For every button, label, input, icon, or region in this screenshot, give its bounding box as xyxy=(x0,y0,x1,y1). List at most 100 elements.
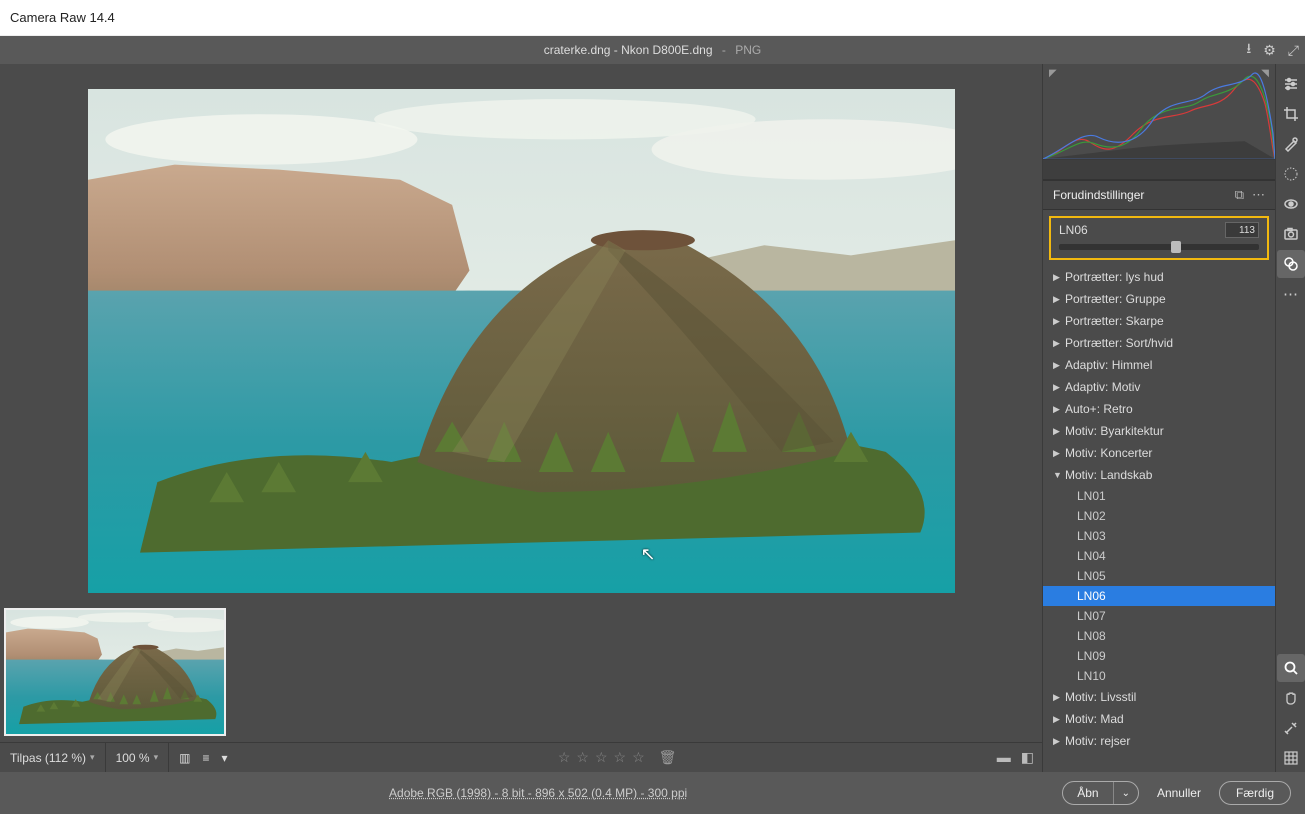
open-dropdown-icon[interactable]: ⌄ xyxy=(1114,784,1138,803)
preset-group-label: Portrætter: Skarpe xyxy=(1065,314,1164,328)
window-title-bar: Camera Raw 14.4 xyxy=(0,0,1305,36)
zoom-fit-dropdown[interactable]: Tilpas (112 %) xyxy=(0,743,106,772)
snapshots-icon[interactable] xyxy=(1277,220,1305,248)
chevron-right-icon xyxy=(1053,404,1065,415)
grid-icon[interactable] xyxy=(1277,744,1305,772)
tool-rail: ⋯ xyxy=(1275,64,1305,772)
preset-item[interactable]: LN01 xyxy=(1043,486,1275,506)
preset-group-label: Adaptiv: Himmel xyxy=(1065,358,1152,372)
cancel-button[interactable]: Annuller xyxy=(1149,782,1209,804)
filmstrip-thumb[interactable] xyxy=(4,608,226,736)
open-button[interactable]: Åbn ⌄ xyxy=(1062,781,1139,805)
chevron-right-icon xyxy=(1053,316,1065,327)
preset-item[interactable]: LN10 xyxy=(1043,666,1275,686)
export-icon[interactable]: ⭳ xyxy=(1246,38,1251,62)
crop-icon[interactable] xyxy=(1277,100,1305,128)
more-tools-icon[interactable]: ⋯ xyxy=(1277,280,1305,308)
preset-group-label: Motiv: Livsstil xyxy=(1065,690,1136,704)
healing-brush-icon[interactable] xyxy=(1277,130,1305,158)
fullscreen-icon[interactable]: ⤢ xyxy=(1288,42,1299,59)
rating-stars[interactable]: ☆ ☆ ☆ ☆ ☆ 🗑 xyxy=(558,749,677,766)
preset-group[interactable]: Portrætter: lys hud xyxy=(1043,266,1275,288)
image-preview-area[interactable]: ↖ xyxy=(0,64,1042,602)
preset-item[interactable]: LN03 xyxy=(1043,526,1275,546)
chevron-right-icon xyxy=(1053,382,1065,393)
preset-group[interactable]: Portrætter: Skarpe xyxy=(1043,310,1275,332)
preset-group[interactable]: Motiv: Livsstil xyxy=(1043,686,1275,708)
preset-group[interactable]: Portrætter: Sort/hvid xyxy=(1043,332,1275,354)
preset-group-label: Portrætter: lys hud xyxy=(1065,270,1164,284)
single-view-icon[interactable]: ▬ xyxy=(997,749,1011,766)
grid-view-icon[interactable]: ▥ xyxy=(179,751,190,765)
preset-item[interactable]: LN08 xyxy=(1043,626,1275,646)
histogram[interactable]: ◤ ◥ xyxy=(1043,64,1275,160)
redeye-icon[interactable] xyxy=(1277,190,1305,218)
star-icon[interactable]: ☆ xyxy=(595,749,608,766)
highlight-clip-icon[interactable]: ◥ xyxy=(1261,68,1269,79)
preset-group-label: Portrætter: Gruppe xyxy=(1065,292,1166,306)
masking-icon[interactable] xyxy=(1277,160,1305,188)
preset-group-label: Motiv: Landskab xyxy=(1065,468,1152,482)
create-preset-icon[interactable]: ⧉ xyxy=(1235,187,1244,203)
star-icon[interactable]: ☆ xyxy=(614,749,627,766)
preset-group-label: Portrætter: Sort/hvid xyxy=(1065,336,1173,350)
footer-bar: Adobe RGB (1998) - 8 bit - 896 x 502 (0.… xyxy=(0,772,1305,814)
preset-group[interactable]: Motiv: Landskab xyxy=(1043,464,1275,486)
preset-amount-box: LN06 xyxy=(1049,216,1269,260)
preset-group-label: Adaptiv: Motiv xyxy=(1065,380,1140,394)
preset-item[interactable]: LN05 xyxy=(1043,566,1275,586)
preset-item[interactable]: LN02 xyxy=(1043,506,1275,526)
zoom-100-dropdown[interactable]: 100 % xyxy=(106,743,170,772)
workflow-options-link[interactable]: Adobe RGB (1998) - 8 bit - 896 x 502 (0.… xyxy=(14,786,1062,800)
preset-group[interactable]: Adaptiv: Himmel xyxy=(1043,354,1275,376)
trash-icon[interactable]: 🗑 xyxy=(659,749,677,766)
star-icon[interactable]: ☆ xyxy=(558,749,571,766)
sampler-icon[interactable] xyxy=(1277,714,1305,742)
document-filename: craterke.dng - Nkon D800E.dng - PNG xyxy=(544,43,761,57)
amount-input[interactable] xyxy=(1225,222,1259,238)
app-title: Camera Raw 14.4 xyxy=(10,10,115,25)
preset-group[interactable]: Motiv: Mad xyxy=(1043,708,1275,730)
panel-title: Forudindstillinger xyxy=(1053,188,1227,202)
image-preview[interactable]: ↖ xyxy=(88,89,955,593)
chevron-right-icon xyxy=(1053,692,1065,703)
presets-panel-header: Forudindstillinger ⧉ ⋯ xyxy=(1043,180,1275,210)
chevron-down-icon xyxy=(1053,470,1065,480)
star-icon[interactable]: ☆ xyxy=(632,749,645,766)
preset-group[interactable]: Auto+: Retro xyxy=(1043,398,1275,420)
shadow-clip-icon[interactable]: ◤ xyxy=(1049,68,1057,79)
preset-item[interactable]: LN04 xyxy=(1043,546,1275,566)
zoom-tool-icon[interactable] xyxy=(1277,654,1305,682)
presets-icon[interactable] xyxy=(1277,250,1305,278)
chevron-right-icon xyxy=(1053,360,1065,371)
preset-item[interactable]: LN07 xyxy=(1043,606,1275,626)
preset-group[interactable]: Motiv: Byarkitektur xyxy=(1043,420,1275,442)
side-panel: ◤ ◥ Forudindstillinger ⧉ ⋯ LN06 Por xyxy=(1042,64,1275,772)
settings-gear-icon[interactable]: ⚙ xyxy=(1263,42,1276,59)
bottom-toolbar: Tilpas (112 %) 100 % ▥ ≡ ▾ ☆ ☆ ☆ ☆ ☆ 🗑 ▬… xyxy=(0,742,1042,772)
slider-thumb[interactable] xyxy=(1171,241,1181,253)
filmstrip xyxy=(0,602,1042,742)
preset-group[interactable]: Portrætter: Gruppe xyxy=(1043,288,1275,310)
chevron-right-icon xyxy=(1053,736,1065,747)
preset-group[interactable]: Motiv: rejser xyxy=(1043,730,1275,752)
done-button[interactable]: Færdig xyxy=(1219,781,1291,805)
preset-item[interactable]: LN09 xyxy=(1043,646,1275,666)
preset-list[interactable]: Portrætter: lys hud Portrætter: Gruppe Por… xyxy=(1043,266,1275,772)
amount-slider[interactable] xyxy=(1059,244,1259,250)
star-icon[interactable]: ☆ xyxy=(576,749,589,766)
chevron-right-icon xyxy=(1053,338,1065,349)
preset-group-label: Motiv: Byarkitektur xyxy=(1065,424,1164,438)
preset-group-label: Motiv: rejser xyxy=(1065,734,1130,748)
edit-sliders-icon[interactable] xyxy=(1277,70,1305,98)
chevron-right-icon xyxy=(1053,426,1065,437)
sort-icon[interactable]: ≡ xyxy=(202,751,209,765)
preset-item[interactable]: LN06 xyxy=(1043,586,1275,606)
hand-tool-icon[interactable] xyxy=(1277,684,1305,712)
preset-group[interactable]: Adaptiv: Motiv xyxy=(1043,376,1275,398)
compare-view-icon[interactable]: ◧ xyxy=(1021,749,1034,766)
panel-menu-icon[interactable]: ⋯ xyxy=(1252,187,1265,203)
filter-funnel-icon[interactable]: ▾ xyxy=(221,751,227,765)
preset-group[interactable]: Motiv: Koncerter xyxy=(1043,442,1275,464)
chevron-right-icon xyxy=(1053,272,1065,283)
